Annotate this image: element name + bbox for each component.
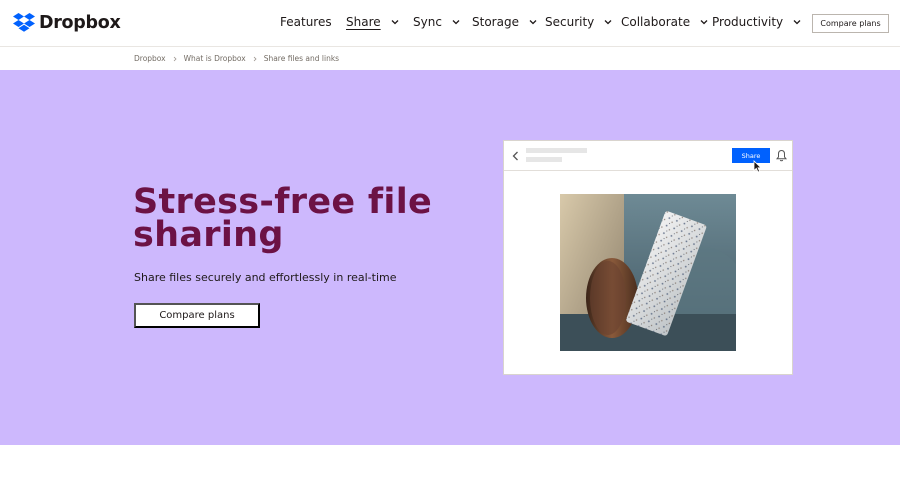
share-ui-mockup: Share	[503, 140, 793, 375]
nav-share[interactable]: Share	[346, 15, 399, 29]
chevron-right-icon	[253, 56, 257, 61]
hero-subtitle: Share files securely and effortlessly in…	[134, 271, 397, 284]
placeholder-line	[526, 148, 587, 153]
nav-collaborate[interactable]: Collaborate	[621, 15, 708, 29]
placeholder-line	[526, 157, 562, 162]
dropbox-logo-icon	[13, 13, 35, 32]
nav-security[interactable]: Security	[545, 15, 612, 29]
nav-storage[interactable]: Storage	[472, 15, 537, 29]
compare-plans-button[interactable]: Compare plans	[134, 303, 260, 328]
nav-productivity[interactable]: Productivity	[712, 15, 801, 29]
logo-wordmark: Dropbox	[39, 13, 121, 33]
chevron-down-icon	[529, 20, 537, 25]
chevron-down-icon	[700, 20, 708, 25]
pointer-cursor-icon	[753, 160, 762, 173]
nav-features[interactable]: Features	[280, 15, 332, 29]
hero-section: Stress-free file sharing Share files sec…	[0, 70, 900, 445]
breadcrumb-link-dropbox[interactable]: Dropbox	[134, 54, 166, 63]
back-arrow-icon	[512, 151, 518, 161]
chevron-down-icon	[452, 20, 460, 25]
chevron-right-icon	[173, 56, 177, 61]
site-header: Dropbox Features Share Sync Storage Secu…	[0, 0, 900, 47]
mockup-share-button: Share	[732, 148, 770, 163]
nav-sync[interactable]: Sync	[413, 15, 460, 29]
bell-icon	[776, 149, 787, 162]
compare-plans-header-button[interactable]: Compare plans	[812, 14, 889, 33]
chevron-down-icon	[604, 20, 612, 25]
breadcrumb-link-what-is-dropbox[interactable]: What is Dropbox	[184, 54, 246, 63]
breadcrumb-current: Share files and links	[263, 54, 340, 63]
chevron-down-icon	[391, 20, 399, 25]
chevron-down-icon	[793, 20, 801, 25]
dropbox-logo[interactable]: Dropbox	[13, 13, 121, 33]
shared-photo-image	[560, 194, 736, 351]
mockup-toolbar: Share	[504, 141, 792, 173]
hero-title: Stress-free file sharing	[133, 182, 433, 255]
breadcrumb: Dropbox What is Dropbox Share files and …	[0, 47, 900, 70]
